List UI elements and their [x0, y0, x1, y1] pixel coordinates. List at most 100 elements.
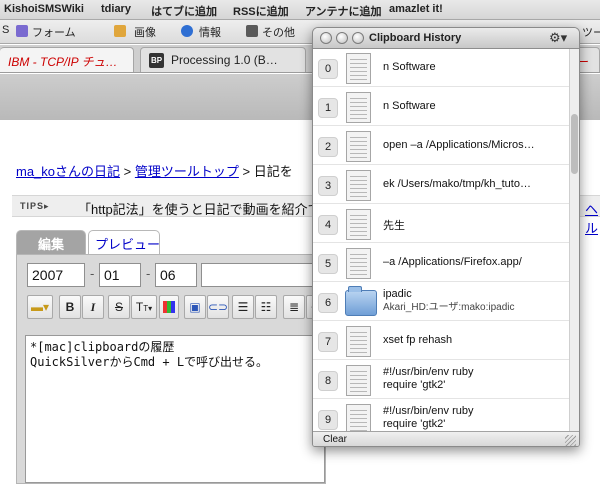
clipboard-item[interactable]: 8 #!/usr/bin/env ruby require 'gtk2': [313, 362, 569, 399]
clipboard-item[interactable]: 4 先生: [313, 206, 569, 243]
bookmark-item[interactable]: tdiary: [101, 3, 131, 15]
item-text: n Software: [383, 100, 567, 112]
breadcrumb: ma_koさんの日記 > 管理ツールトップ > 日記を: [16, 161, 293, 180]
document-icon: [346, 404, 371, 434]
document-icon: [346, 209, 371, 240]
folder-icon[interactable]: ▬▾: [27, 295, 53, 319]
clipboard-item[interactable]: 6 ipadic Akari_HD:ユーザ:mako:ipadic: [313, 284, 569, 321]
folder-icon: [345, 286, 377, 316]
browser-tab[interactable]: IBM - TCP/IP チュ…: [0, 47, 134, 72]
browser-tab[interactable]: BP Processing 1.0 (B…: [140, 47, 306, 72]
font-size-button[interactable]: TT▾: [131, 295, 157, 319]
clipboard-item[interactable]: 3 ek /Users/mako/tmp/kh_tuto…: [313, 167, 569, 204]
body-line: *[mac]clipboardの履歴: [30, 340, 175, 354]
month-field[interactable]: 01: [99, 263, 141, 287]
zoom-window-icon[interactable]: [352, 32, 364, 44]
scrollbar[interactable]: [569, 49, 579, 434]
toolbar-item-s[interactable]: S: [2, 24, 9, 36]
toolbar-item-image[interactable]: 画像: [134, 24, 156, 40]
bold-button[interactable]: B: [59, 295, 81, 319]
item-line: 先生: [383, 220, 405, 232]
tab-preview[interactable]: プレビュー: [88, 230, 160, 254]
item-index-badge: 8: [318, 371, 338, 391]
gear-icon[interactable]: ⚙▾: [549, 30, 575, 46]
clipboard-list: 0 n Software 1 n Software 2 open –a /Applicat…: [313, 49, 569, 434]
window-titlebar[interactable]: Clipboard History ⚙▾: [313, 28, 579, 49]
blog-icon[interactable]: ▣: [184, 295, 206, 319]
italic-button[interactable]: I: [82, 295, 104, 319]
tab-title: Processing 1.0 (B…: [171, 53, 278, 67]
day-field[interactable]: 06: [155, 263, 197, 287]
item-text: ek /Users/mako/tmp/kh_tuto…: [383, 178, 567, 190]
bookmark-item[interactable]: KishoiSMSWiki: [4, 3, 84, 15]
year-field[interactable]: 2007: [27, 263, 85, 287]
item-index-badge: 3: [318, 176, 338, 196]
item-line: xset fp rehash: [383, 334, 453, 346]
bookmark-item[interactable]: アンテナに追加: [305, 3, 382, 19]
breadcrumb-current: 日記を: [253, 164, 293, 179]
tab-edit[interactable]: 編集: [16, 230, 86, 254]
clipboard-item[interactable]: 7 xset fp rehash: [313, 323, 569, 360]
clipboard-item[interactable]: 9 #!/usr/bin/env ruby require 'gtk2': [313, 401, 569, 434]
tips-message[interactable]: 「http記法」を使うと日記で動画を紹介で: [78, 199, 321, 218]
toolbar-item-misc[interactable]: その他: [262, 24, 295, 40]
item-text: xset fp rehash: [383, 334, 567, 346]
diary-body-textarea[interactable]: *[mac]clipboardの履歴 QuickSilverからCmd + Lで…: [25, 335, 325, 483]
breadcrumb-separator: >: [242, 164, 251, 179]
item-line: ipadic: [383, 288, 412, 300]
breadcrumb-diary-link[interactable]: ma_koさんの日記: [16, 164, 120, 179]
strike-button[interactable]: S: [108, 295, 130, 319]
date-separator: -: [90, 266, 95, 281]
item-index-badge: 5: [318, 254, 338, 274]
toolbar-item-form[interactable]: フォーム: [32, 24, 76, 40]
clipboard-history-window: Clipboard History ⚙▾ 0 n Software 1 n Softw…: [312, 27, 580, 447]
color-picker-icon[interactable]: [159, 295, 179, 319]
tab-title: IBM - TCP/IP チュ…: [8, 55, 118, 69]
item-line: Akari_HD:ユーザ:mako:ipadic: [383, 302, 515, 313]
item-line: n Software: [383, 100, 436, 112]
bookmark-item[interactable]: amazlet it!: [389, 3, 443, 15]
bookmark-item[interactable]: RSSに追加: [233, 3, 289, 19]
item-text: ipadic Akari_HD:ユーザ:mako:ipadic: [383, 288, 567, 314]
title-field[interactable]: [201, 263, 325, 287]
item-index-badge: 4: [318, 215, 338, 235]
item-index-badge: 9: [318, 410, 338, 430]
item-line: –a /Applications/Firefox.app/: [383, 256, 522, 268]
clipboard-item[interactable]: 5 –a /Applications/Firefox.app/: [313, 245, 569, 282]
form-icon: [16, 25, 28, 37]
align-icon[interactable]: ≣: [283, 295, 305, 319]
help-link[interactable]: ヘル: [585, 199, 600, 237]
item-text: –a /Applications/Firefox.app/: [383, 256, 567, 268]
minimize-window-icon[interactable]: [336, 32, 348, 44]
info-icon: [181, 25, 193, 37]
clipboard-item[interactable]: 0 n Software: [313, 50, 569, 87]
item-line: require 'gtk2': [383, 379, 446, 391]
tips-label: TIPS▸: [20, 201, 50, 211]
resize-grip-icon[interactable]: [565, 435, 576, 446]
toolbar-item-tools[interactable]: ツー: [582, 24, 600, 40]
clipboard-item[interactable]: 1 n Software: [313, 89, 569, 126]
item-index-badge: 6: [318, 293, 338, 313]
breadcrumb-separator: >: [123, 164, 132, 179]
item-text: #!/usr/bin/env ruby require 'gtk2': [383, 405, 567, 431]
toolbar-item-info[interactable]: 情報: [199, 24, 221, 40]
scrollbar-thumb[interactable]: [571, 114, 578, 174]
numbered-list-icon[interactable]: ☷: [255, 295, 277, 319]
item-line: open –a /Applications/Micros…: [383, 139, 535, 151]
clipboard-item[interactable]: 2 open –a /Applications/Micros…: [313, 128, 569, 165]
bullet-list-icon[interactable]: ☰: [232, 295, 254, 319]
item-index-badge: 1: [318, 98, 338, 118]
item-text: n Software: [383, 61, 567, 73]
document-icon: [346, 131, 371, 162]
bookmark-item[interactable]: はてブに追加: [151, 3, 217, 19]
image-icon: [114, 25, 126, 37]
link-icon[interactable]: ⊂⊃: [207, 295, 229, 319]
format-toolbar: ▬▾ B I S TT▾ ▣ ⊂⊃ ☰ ☷ ≣ ⇥: [21, 295, 327, 321]
window-bottom-bar: Clear: [313, 431, 579, 446]
close-window-icon[interactable]: [320, 32, 332, 44]
processing-favicon-icon: BP: [149, 53, 164, 68]
breadcrumb-admin-link[interactable]: 管理ツールトップ: [135, 164, 239, 179]
clear-button[interactable]: Clear: [323, 434, 347, 445]
window-title: Clipboard History: [369, 32, 462, 44]
item-line: require 'gtk2': [383, 418, 446, 430]
